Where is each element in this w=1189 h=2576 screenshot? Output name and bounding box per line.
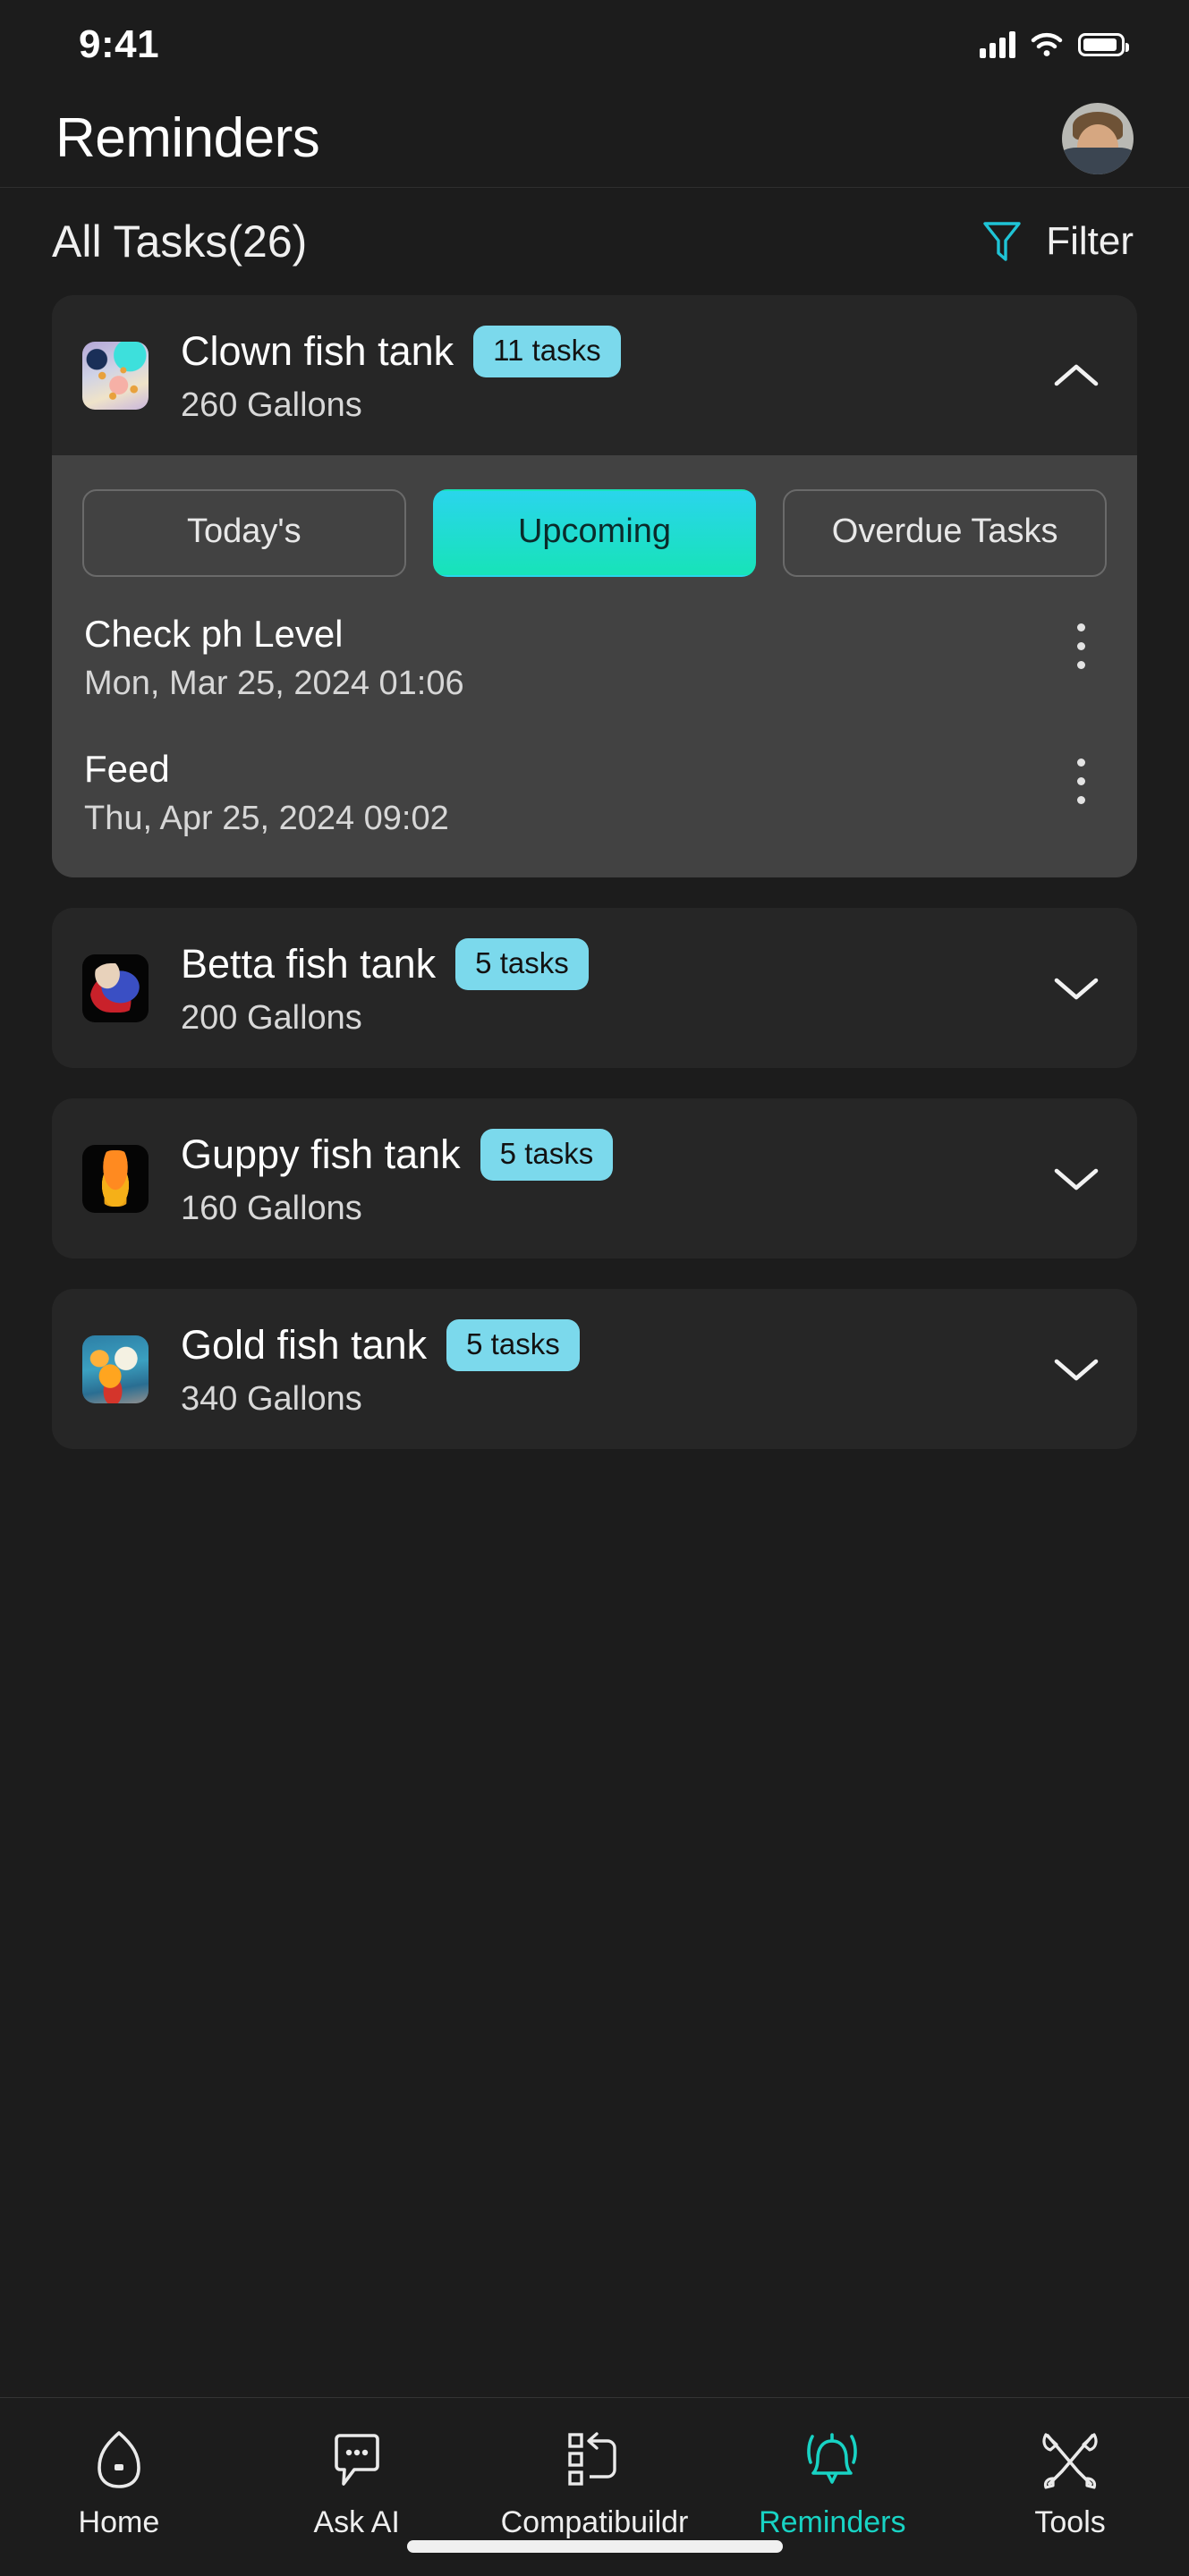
- chat-bubble-icon: [334, 2434, 379, 2486]
- task-count-badge: 5 tasks: [446, 1319, 580, 1371]
- status-bar: 9:41: [0, 0, 1189, 89]
- guppy-fish-thumbnail: [82, 1144, 149, 1213]
- task-count-badge: 5 tasks: [480, 1129, 614, 1181]
- chevron-down-icon: [1054, 978, 1099, 999]
- nav-label: Tools: [1034, 2505, 1106, 2539]
- wifi-icon: [1031, 32, 1063, 56]
- nav-label: Ask AI: [313, 2505, 400, 2539]
- expand-toggle[interactable]: [1049, 973, 1103, 1004]
- tab-overdue-tasks[interactable]: Overdue Tasks: [783, 489, 1108, 577]
- tank-name: Gold fish tank: [181, 1322, 428, 1368]
- nav-label: Reminders: [759, 2505, 906, 2539]
- tasks-summary-row: All Tasks(26) Filter: [0, 188, 1189, 295]
- task-count-badge: 11 tasks: [473, 326, 621, 377]
- nav-item-ask-ai[interactable]: Ask AI: [238, 2428, 476, 2540]
- tank-card-text: Gold fish tank 5 tasks 340 Gallons: [149, 1319, 1049, 1419]
- tank-card-text: Betta fish tank 5 tasks 200 Gallons: [149, 938, 1049, 1038]
- tab-todays[interactable]: Today's: [82, 489, 406, 577]
- nav-item-home[interactable]: Home: [0, 2428, 238, 2540]
- expand-toggle[interactable]: [1049, 1164, 1103, 1194]
- tank-name: Betta fish tank: [181, 941, 437, 987]
- gold-fish-thumbnail: [82, 1335, 149, 1403]
- expand-toggle[interactable]: [1049, 1354, 1103, 1385]
- task-text: Feed Thu, Apr 25, 2024 09:02: [84, 748, 449, 838]
- tank-card-betta[interactable]: Betta fish tank 5 tasks 200 Gallons: [52, 908, 1137, 1068]
- status-icons: [980, 31, 1129, 58]
- chevron-up-icon: [1054, 364, 1099, 386]
- funnel-filter-icon: [983, 222, 1021, 261]
- filter-button[interactable]: Filter: [981, 219, 1134, 264]
- task-row[interactable]: Check ph Level Mon, Mar 25, 2024 01:06: [82, 613, 1107, 703]
- tank-capacity: 260 Gallons: [181, 386, 362, 424]
- tank-capacity: 200 Gallons: [181, 999, 362, 1037]
- page-title: Reminders: [55, 107, 320, 169]
- battery-icon: [1078, 33, 1129, 56]
- tank-card-header[interactable]: Clown fish tank 11 tasks 260 Gallons: [52, 295, 1137, 455]
- home-indicator: [406, 2540, 783, 2553]
- tools-icon: [1042, 2433, 1098, 2489]
- tank-card-header[interactable]: Betta fish tank 5 tasks 200 Gallons: [52, 908, 1137, 1068]
- kebab-menu-icon[interactable]: [1065, 613, 1098, 680]
- task-name: Feed: [84, 748, 170, 790]
- clown-fish-thumbnail: [82, 341, 149, 410]
- tank-card-clown[interactable]: Clown fish tank 11 tasks 260 Gallons Tod…: [52, 295, 1137, 877]
- task-name: Check ph Level: [84, 613, 344, 655]
- nav-item-compatibuildr[interactable]: Compatibuildr: [476, 2428, 714, 2540]
- tank-card-text: Clown fish tank 11 tasks 260 Gallons: [149, 326, 1049, 425]
- app-screen: 9:41 Reminders All Tasks(26) Filter Clow…: [0, 0, 1189, 2576]
- collapse-toggle[interactable]: [1049, 360, 1103, 391]
- nav-item-tools[interactable]: Tools: [951, 2428, 1189, 2540]
- home-icon: [98, 2431, 140, 2488]
- chevron-down-icon: [1054, 1168, 1099, 1190]
- all-tasks-count: All Tasks(26): [52, 216, 308, 267]
- tank-name: Clown fish tank: [181, 328, 454, 374]
- tank-card-header[interactable]: Gold fish tank 5 tasks 340 Gallons: [52, 1289, 1137, 1449]
- cellular-signal-icon: [980, 31, 1015, 58]
- filter-label: Filter: [1046, 219, 1134, 263]
- task-text: Check ph Level Mon, Mar 25, 2024 01:06: [84, 613, 464, 703]
- compatibility-list-icon: [568, 2432, 617, 2486]
- kebab-menu-icon[interactable]: [1065, 748, 1098, 815]
- avatar[interactable]: [1062, 102, 1134, 174]
- bell-icon: [807, 2433, 858, 2484]
- tank-task-panel: Today's Upcoming Overdue Tasks Check ph …: [52, 455, 1137, 877]
- task-row[interactable]: Feed Thu, Apr 25, 2024 09:02: [82, 748, 1107, 838]
- tank-name: Guppy fish tank: [181, 1131, 461, 1177]
- task-date: Thu, Apr 25, 2024 09:02: [84, 800, 449, 837]
- tank-card-header[interactable]: Guppy fish tank 5 tasks 160 Gallons: [52, 1098, 1137, 1258]
- task-date: Mon, Mar 25, 2024 01:06: [84, 665, 464, 702]
- tank-card-text: Guppy fish tank 5 tasks 160 Gallons: [149, 1129, 1049, 1228]
- app-header: Reminders: [0, 89, 1189, 188]
- tank-capacity: 340 Gallons: [181, 1380, 362, 1418]
- tank-card-gold[interactable]: Gold fish tank 5 tasks 340 Gallons: [52, 1289, 1137, 1449]
- tank-list: Clown fish tank 11 tasks 260 Gallons Tod…: [0, 295, 1189, 2397]
- chevron-down-icon: [1054, 1359, 1099, 1380]
- nav-label: Home: [78, 2505, 160, 2539]
- tank-capacity: 160 Gallons: [181, 1190, 362, 1227]
- nav-label: Compatibuildr: [500, 2505, 689, 2539]
- nav-item-reminders[interactable]: Reminders: [713, 2428, 951, 2540]
- tab-upcoming[interactable]: Upcoming: [432, 489, 757, 577]
- tank-card-guppy[interactable]: Guppy fish tank 5 tasks 160 Gallons: [52, 1098, 1137, 1258]
- task-filter-tabs: Today's Upcoming Overdue Tasks: [82, 489, 1108, 577]
- betta-fish-thumbnail: [82, 953, 149, 1022]
- task-count-badge: 5 tasks: [455, 938, 589, 990]
- status-time: 9:41: [79, 22, 160, 66]
- avatar-body: [1062, 148, 1134, 174]
